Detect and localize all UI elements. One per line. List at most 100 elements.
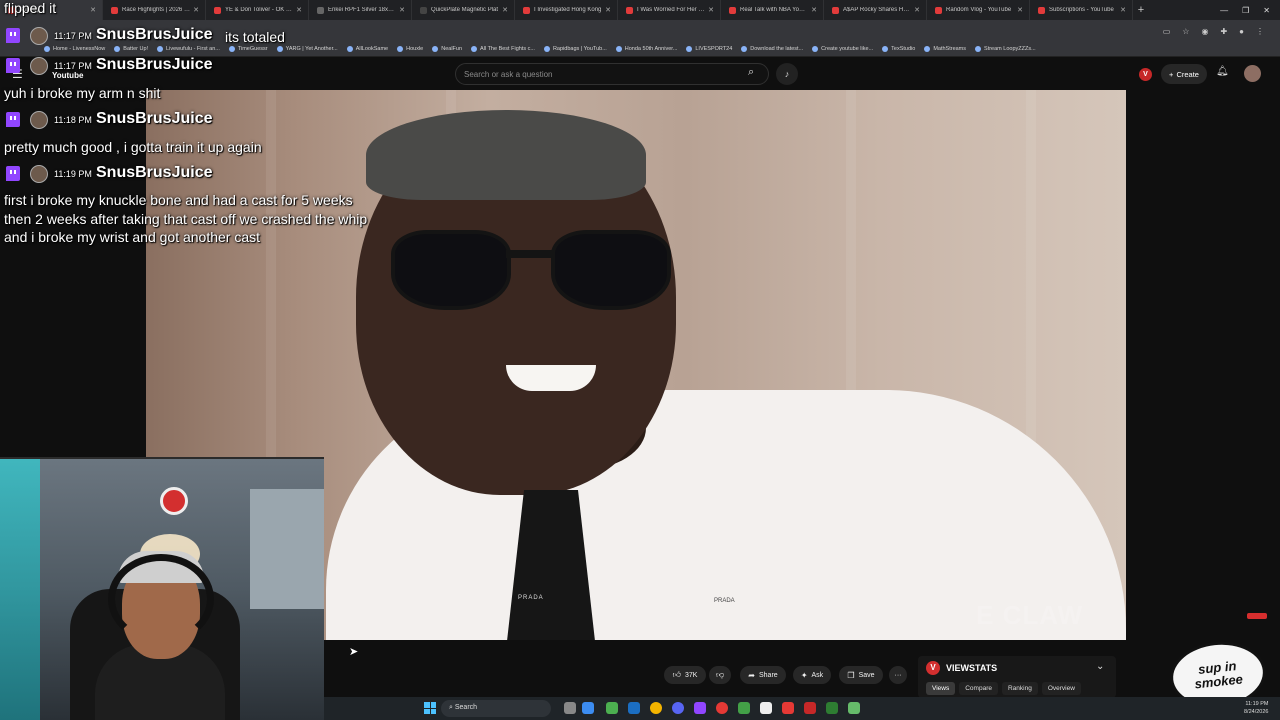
bookmark-item[interactable]: Honda 50th Anniver...: [615, 46, 677, 52]
bookmark-item[interactable]: TexStudio: [882, 46, 915, 52]
save-button[interactable]: ❐ Save: [839, 666, 883, 684]
dislike-button[interactable]: 👎︎: [709, 666, 731, 684]
close-icon[interactable]: ✕: [399, 6, 405, 14]
system-clock[interactable]: 11:19 PM 8/24/2026: [1244, 700, 1268, 716]
background-window: [250, 489, 324, 609]
video-watermark: E CLAW: [976, 600, 1084, 630]
viewstats-tab-overview[interactable]: Overview: [1041, 682, 1081, 695]
chat-username: SnusBrusJuice: [96, 26, 213, 43]
live-indicator: [1247, 613, 1267, 619]
like-button[interactable]: 👍︎ 37K: [664, 666, 706, 684]
taskbar-app-icon[interactable]: [582, 702, 594, 714]
close-icon[interactable]: ✕: [914, 6, 920, 14]
extensions-puzzle-icon[interactable]: ✚: [1220, 27, 1227, 36]
viewstats-extension-icon[interactable]: V: [1139, 68, 1152, 81]
taskbar-app-icon[interactable]: [606, 702, 618, 714]
close-window-icon[interactable]: ✕: [1263, 6, 1270, 15]
browser-menu-icon[interactable]: ⋮: [1256, 27, 1264, 36]
taskbar-app-icon[interactable]: [782, 702, 794, 714]
cast-icon[interactable]: ▭: [1163, 27, 1171, 36]
bookmark-item[interactable]: Batter Up!: [114, 46, 148, 52]
more-actions-button[interactable]: ···: [889, 666, 907, 684]
bookmark-favicon: [686, 46, 693, 52]
browser-tab[interactable]: I Investigated Hong Kong ✕: [515, 0, 618, 20]
browser-tab[interactable]: Real Talk with NBA Young ✕: [721, 0, 824, 20]
bookmark-item[interactable]: LIVESPORT24: [686, 46, 732, 52]
account-avatar[interactable]: [1244, 65, 1261, 82]
chat-timestamp: 11:19 PM: [54, 169, 92, 179]
twitch-taskbar-icon[interactable]: [694, 702, 706, 714]
bookmark-favicon: [157, 46, 164, 52]
create-button[interactable]: + Create: [1161, 64, 1207, 84]
close-icon[interactable]: ✕: [811, 6, 817, 14]
profile-icon[interactable]: ●: [1239, 27, 1244, 36]
browser-tab[interactable]: Enkei RPF1 Silver 18x9.5 ✕: [309, 0, 412, 20]
chat-timestamp: 11:18 PM: [54, 115, 92, 125]
xbox-icon[interactable]: [738, 702, 750, 714]
taskbar-app-icon[interactable]: [826, 702, 838, 714]
bookmark-item[interactable]: Home - LivenessNow: [44, 46, 105, 52]
browser-tab[interactable]: Subscriptions - YouTube ✕: [1030, 0, 1133, 20]
chevron-down-icon[interactable]: ⌄: [1096, 661, 1104, 672]
minimize-icon[interactable]: —: [1220, 6, 1228, 15]
ask-button[interactable]: ✦ Ask: [793, 666, 831, 684]
browser-tab[interactable]: A$AP Rocky Shares Herbo ✕: [824, 0, 927, 20]
bookmark-item[interactable]: MathStreams: [924, 46, 966, 52]
close-icon[interactable]: ✕: [193, 6, 199, 14]
chrome-icon[interactable]: [650, 702, 662, 714]
share-button[interactable]: ➦ Share: [740, 666, 786, 684]
search-input[interactable]: Search or ask a question: [455, 63, 769, 85]
bookmark-item[interactable]: Livewufulu - First an...: [157, 46, 220, 52]
bookmark-favicon: [432, 46, 439, 52]
calculator-icon[interactable]: [760, 702, 772, 714]
browser-tab[interactable]: QuickPlate Magnetic Plat ✕: [412, 0, 515, 20]
browser-tab[interactable]: YE & Don Toliver - OK - Y ✕: [206, 0, 309, 20]
sunglasses-lens: [551, 230, 671, 310]
taskbar-app-icon[interactable]: [804, 702, 816, 714]
opera-icon[interactable]: [716, 702, 728, 714]
taskbar-app-icon[interactable]: [848, 702, 860, 714]
bookmark-item[interactable]: Download the latest...: [741, 46, 803, 52]
task-view-icon[interactable]: [564, 702, 576, 714]
bookmark-item[interactable]: Houxle: [397, 46, 423, 52]
bookmark-star-icon[interactable]: ☆: [1182, 27, 1189, 36]
steam-icon[interactable]: [628, 702, 640, 714]
search-icon[interactable]: ⌕: [748, 66, 754, 79]
close-icon[interactable]: ✕: [502, 6, 508, 14]
ask-label: Ask: [811, 671, 824, 679]
youtube-logo[interactable]: Youtube: [52, 71, 83, 80]
notifications-bell-icon[interactable]: 🔔︎: [1216, 66, 1229, 77]
taskbar-search[interactable]: ⌕ Search: [441, 700, 551, 717]
browser-tab[interactable]: Random Vlog - YouTube ✕: [927, 0, 1030, 20]
discord-icon[interactable]: [672, 702, 684, 714]
bookmark-item[interactable]: Stream LoopyZZZs...: [975, 46, 1036, 52]
microphone-icon[interactable]: ♪: [776, 63, 798, 85]
bookmark-item[interactable]: TimeGuessr: [228, 46, 268, 52]
bookmark-item[interactable]: All The Best Fights c...: [471, 46, 535, 52]
bookmark-item[interactable]: NealFun: [432, 46, 462, 52]
bookmark-item[interactable]: Rapidbags | YouTub...: [543, 46, 607, 52]
windows-start-icon[interactable]: [424, 702, 436, 714]
close-icon[interactable]: ✕: [1017, 6, 1023, 14]
bookmark-item[interactable]: Create youtube like...: [812, 46, 873, 52]
bookmark-item[interactable]: AllLookSame: [346, 46, 388, 52]
browser-tab[interactable]: Race Highlights | 2026 Du ✕: [103, 0, 206, 20]
twitch-icon: [6, 58, 20, 73]
video-action-bar: 👍︎ 37K 👎︎ ➦ Share ✦ Ask ❐ Save ···: [324, 640, 1280, 690]
browser-tab[interactable]: I Was Worried For Her Ha ✕: [618, 0, 721, 20]
viewstats-tab-ranking[interactable]: Ranking: [1001, 682, 1038, 695]
close-icon[interactable]: ✕: [1120, 6, 1126, 14]
close-icon[interactable]: ✕: [296, 6, 302, 14]
viewstats-tab-views[interactable]: Views: [926, 682, 956, 695]
extension-icon[interactable]: ◉: [1201, 27, 1208, 36]
close-icon[interactable]: ✕: [90, 6, 96, 14]
viewstats-tab-compare[interactable]: Compare: [959, 682, 998, 695]
maximize-icon[interactable]: ❐: [1242, 6, 1249, 15]
new-tab-button[interactable]: +: [1133, 4, 1149, 16]
bookmark-favicon: [228, 46, 235, 52]
chat-username: SnusBrusJuice: [96, 164, 213, 181]
like-count: 37K: [684, 671, 698, 679]
close-icon[interactable]: ✕: [708, 6, 714, 14]
close-icon[interactable]: ✕: [605, 6, 611, 14]
bookmark-item[interactable]: YARG | Yet Another...: [276, 46, 338, 52]
